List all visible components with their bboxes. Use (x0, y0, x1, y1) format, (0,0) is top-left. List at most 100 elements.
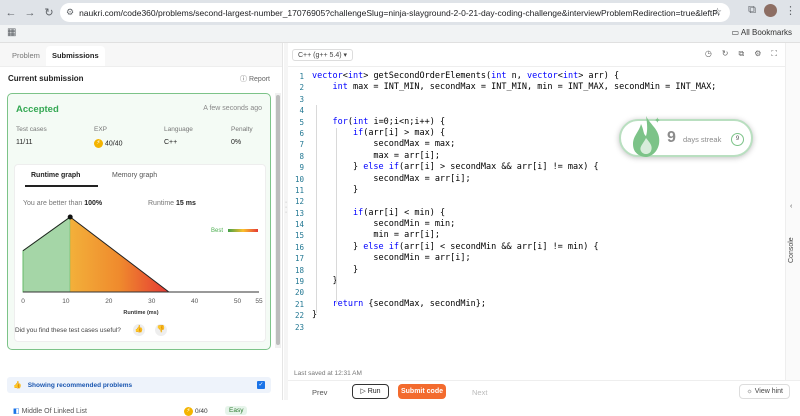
menu-icon[interactable]: ⋮ (785, 4, 796, 17)
thumbs-down-icon[interactable]: 👎 (155, 324, 167, 336)
line-number: 17 (294, 254, 304, 264)
panel-tabs: Problem Submissions (0, 43, 282, 67)
language-select-value: C++ (g++ 5.4) (298, 52, 342, 59)
code-line[interactable]: 2 int max = INT_MIN, secondMax = INT_MIN… (288, 82, 785, 93)
thumbs-up-icon: 👍 (13, 382, 22, 389)
code-text: secondMin = min; (312, 219, 456, 230)
code-line[interactable]: 13 if(arr[i] < min) { (288, 208, 785, 219)
code-line[interactable]: 21 return {secondMax, secondMin}; (288, 299, 785, 310)
line-number: 11 (294, 185, 304, 195)
thumbs-up-icon[interactable]: 👍 (133, 324, 145, 336)
streak-badge: 9 (731, 133, 744, 146)
code-keyword: int (562, 71, 579, 81)
bottom-bar: Prev ▷ Run Submit code Next ☼ View hint (288, 380, 800, 400)
next-problem-link[interactable]: ◧ Middle Of Linked List (13, 407, 87, 415)
code-keyword: if (388, 241, 400, 252)
code-line[interactable]: 18 } (288, 265, 785, 276)
back-icon[interactable]: ← (3, 5, 19, 21)
indent-guide (336, 128, 337, 304)
code-line[interactable]: 22} (288, 310, 785, 321)
x-tick-label: 10 (62, 298, 70, 305)
code-line[interactable]: 20 (288, 287, 785, 298)
penalty-label: Penalty (231, 126, 253, 133)
forward-icon[interactable]: → (22, 5, 38, 21)
extensions-icon[interactable]: ⧉ (748, 4, 756, 17)
code-line[interactable]: 12 (288, 196, 785, 207)
line-number: 3 (299, 94, 304, 104)
tab-submissions[interactable]: Submissions (45, 46, 105, 66)
streak-number: 9 (667, 129, 676, 146)
code-keyword: vector (312, 71, 343, 81)
code-editor: C++ (g++ 5.4) ▾ ◷ ↻ ⧉ ⚙ ⛶ 1 vector<int> g… (288, 43, 785, 400)
timer-icon[interactable]: ◷ (705, 49, 712, 59)
profile-avatar[interactable] (764, 4, 777, 17)
run-button[interactable]: ▷ Run (352, 384, 389, 399)
line-number: 23 (294, 322, 304, 332)
coin-icon: ⚡ (184, 407, 193, 416)
code-line[interactable]: 9 } else if(arr[i] > secondMax && arr[i]… (288, 162, 785, 173)
code-keyword: if (388, 162, 400, 173)
code-keyword: if (352, 127, 364, 138)
difficulty-badge: Easy (225, 406, 248, 415)
line-number: 7 (299, 140, 304, 150)
line-number: 2 (299, 83, 304, 93)
view-hint-button[interactable]: ☼ View hint (739, 384, 790, 399)
code-line[interactable]: 23 (288, 322, 785, 333)
run-label: Run (367, 388, 381, 395)
test-cases-label: Test cases (16, 126, 47, 133)
line-number: 10 (294, 174, 304, 184)
code-line[interactable]: 14 secondMin = min; (288, 219, 785, 230)
code-line[interactable]: 11 } (288, 185, 785, 196)
code-line[interactable]: 17 secondMin = arr[i]; (288, 253, 785, 264)
line-number: 19 (294, 277, 304, 287)
code-text: int max = INT_MIN, secondMax = INT_MIN, … (332, 82, 717, 93)
submission-time: A few seconds ago (203, 105, 262, 112)
code-keyword: return (332, 298, 364, 309)
console-panel-toggle[interactable]: ‹ Console (785, 43, 800, 400)
code-line[interactable]: 3 (288, 94, 785, 105)
bookmark-star-icon[interactable]: ☆ (713, 7, 722, 18)
code-keyword: int (491, 71, 507, 81)
code-line[interactable]: 16 } else if(arr[i] < secondMin && arr[i… (288, 242, 785, 253)
scrollbar-thumb[interactable] (276, 95, 280, 345)
line-number: 18 (294, 265, 304, 275)
prev-button[interactable]: Prev (312, 388, 327, 397)
all-bookmarks[interactable]: ▭ All Bookmarks (732, 28, 792, 37)
x-tick-label: 0 (21, 298, 25, 305)
address-bar[interactable]: ⚙ naukri.com/code360/problems/second-lar… (60, 3, 730, 22)
runtime-chart: 0 10 20 30 40 50 55 Runtime (ms) (21, 214, 263, 316)
code-line[interactable]: 15 min = arr[i]; (288, 230, 785, 241)
code-area[interactable]: 1 vector<int> getSecondOrderElements(int … (288, 71, 785, 333)
code-line[interactable]: 19 } (288, 276, 785, 287)
tab-problem[interactable]: Problem (6, 51, 46, 66)
console-label: Console (788, 237, 795, 263)
settings-icon[interactable]: ⚙ (754, 49, 761, 59)
copy-icon[interactable]: ⧉ (739, 49, 745, 59)
site-info-icon[interactable]: ⚙ (66, 7, 74, 18)
language-select[interactable]: C++ (g++ 5.4) ▾ (292, 49, 354, 61)
code-keyword: vector (526, 71, 558, 81)
x-tick-label: 40 (191, 298, 199, 305)
apps-grid-icon[interactable]: ▦ (7, 27, 16, 38)
fullscreen-icon[interactable]: ⛶ (771, 49, 777, 59)
code-text: secondMax = max; (312, 139, 456, 150)
line-number: 22 (294, 311, 304, 321)
line-number: 15 (294, 231, 304, 241)
report-button[interactable]: ⓘ Report (240, 74, 270, 84)
problem-icon: ◧ (13, 408, 20, 415)
next-button[interactable]: Next (472, 388, 487, 397)
line-number: 4 (299, 106, 304, 116)
code-line[interactable]: 10 secondMax = arr[i]; (288, 174, 785, 185)
code-line[interactable]: 1 vector<int> getSecondOrderElements(int … (288, 71, 785, 82)
submission-card: Accepted A few seconds ago Test cases 11… (7, 93, 271, 350)
x-tick-label: 50 (234, 298, 242, 305)
reload-icon[interactable]: ↻ (41, 5, 57, 21)
streak-label: days streak (683, 135, 722, 144)
line-number: 14 (294, 220, 304, 230)
submit-code-button[interactable]: Submit code (398, 384, 446, 399)
code-line[interactable]: 4 (288, 105, 785, 116)
reset-icon[interactable]: ↻ (722, 49, 729, 59)
left-panel: Problem Submissions Current submission ⓘ… (0, 43, 283, 416)
recommended-checkbox[interactable]: ✓ (257, 381, 265, 389)
current-submission-title: Current submission (8, 74, 84, 83)
